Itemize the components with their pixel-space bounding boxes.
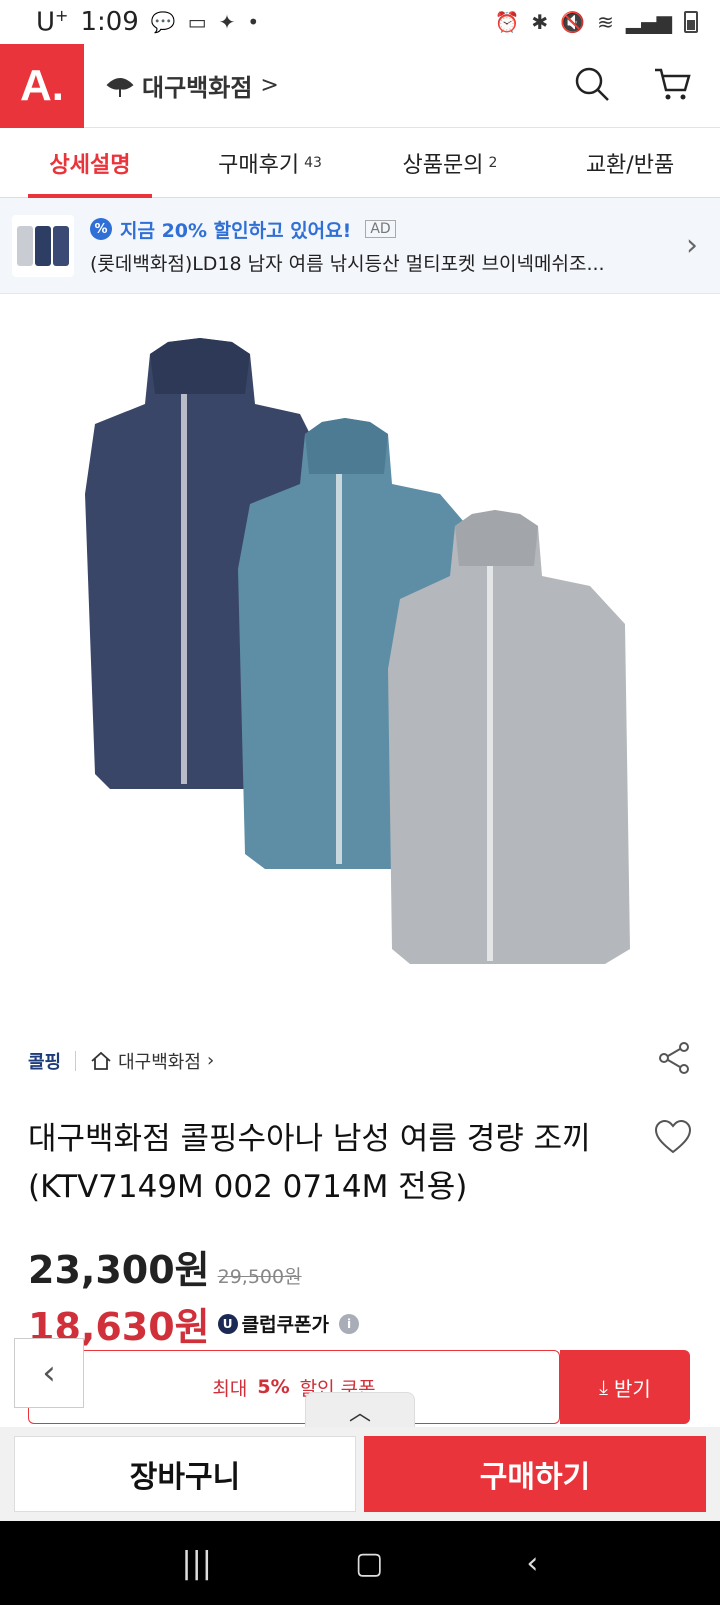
- add-to-cart-button[interactable]: 장바구니: [14, 1436, 356, 1512]
- message-icon: 💬: [150, 10, 176, 34]
- ad-banner[interactable]: % 지금 20% 할인하고 있어요! AD (롯데백화점)LD18 남자 여름 …: [0, 198, 720, 294]
- mute-icon: 🔇: [560, 10, 586, 34]
- chevron-left-icon: ‹: [42, 1353, 56, 1393]
- heart-icon[interactable]: [654, 1119, 692, 1211]
- product-image[interactable]: [0, 294, 720, 1016]
- tab-description[interactable]: 상세설명: [0, 128, 180, 198]
- shop-link[interactable]: 대구백화점 ›: [90, 1048, 214, 1074]
- clock: 1:09: [80, 7, 139, 37]
- battery-icon: [684, 11, 698, 33]
- ad-thumbnail: [12, 214, 74, 277]
- dot-icon: •: [247, 10, 260, 34]
- coupon-banner[interactable]: 최대 5% 할인 쿠폰: [28, 1350, 560, 1424]
- recent-apps-icon[interactable]: |||: [182, 1546, 212, 1581]
- home-button-icon[interactable]: ▢: [355, 1546, 383, 1581]
- club-coupon-label: U 클럽쿠폰가 i: [217, 1310, 360, 1337]
- ad-headline: 지금 20% 할인하고 있어요!: [120, 219, 352, 242]
- detail-tabs: 상세설명 구매후기 43 상품문의 2 교환/반품: [0, 128, 720, 198]
- tab-questions[interactable]: 상품문의 2: [360, 128, 540, 197]
- carrier-label: U+: [36, 6, 69, 38]
- app-header: A. 대구백화점 >: [0, 43, 720, 128]
- store-link[interactable]: 대구백화점 >: [106, 68, 279, 103]
- brand-link[interactable]: 콜핑: [28, 1048, 61, 1074]
- ginkgo-logo-icon: [106, 75, 134, 97]
- chevron-up-icon: ︿: [348, 1400, 371, 1426]
- bluetooth-icon: ✱: [531, 10, 549, 34]
- chevron-right-icon: >: [260, 73, 279, 98]
- original-price: 29,500원: [217, 1266, 302, 1288]
- buy-now-button[interactable]: 구매하기: [364, 1436, 706, 1512]
- search-icon[interactable]: [572, 64, 612, 108]
- back-button[interactable]: ‹: [14, 1338, 84, 1408]
- bottom-action-bar: 장바구니 구매하기: [0, 1427, 720, 1521]
- info-icon[interactable]: i: [339, 1313, 360, 1334]
- store-name: 대구백화점: [142, 74, 253, 102]
- system-nav-bar: ||| ▢ ‹: [0, 1521, 720, 1605]
- home-icon: [91, 1051, 111, 1070]
- ad-badge: AD: [365, 220, 396, 238]
- tab-reviews[interactable]: 구매후기 43: [180, 128, 360, 197]
- product-title: 대구백화점 콜핑수아나 남성 여름 경량 조끼(KTV7149M 002 071…: [28, 1121, 591, 1205]
- download-coupon-button[interactable]: ⤓ 받기: [560, 1350, 690, 1424]
- download-icon: ⤓: [599, 1375, 609, 1399]
- discount-icon: %: [90, 218, 112, 240]
- cart-icon[interactable]: [652, 64, 692, 108]
- tab-exchange-return[interactable]: 교환/반품: [540, 128, 720, 197]
- chevron-right-icon: ›: [686, 228, 698, 263]
- signal-icon: ▂▄▆: [625, 10, 672, 34]
- status-bar: U+ 1:09 💬 ▭ ✦ • ⏰ ✱ 🔇 ≋ ▂▄▆: [0, 0, 720, 44]
- chevron-right-icon: ›: [206, 1050, 215, 1071]
- alarm-icon: ⏰: [494, 10, 520, 34]
- divider: [75, 1050, 77, 1071]
- club-u-icon: U: [217, 1313, 238, 1334]
- back-nav-icon[interactable]: ‹: [526, 1546, 538, 1581]
- expand-handle[interactable]: ︿: [305, 1392, 415, 1428]
- app-icon: ✦: [218, 10, 236, 34]
- app-logo[interactable]: A.: [0, 43, 84, 128]
- product-info: 콜핑 대구백화점 › 대구백화점 콜핑수아나 남성 여름 경량 조끼(KTV71…: [28, 1040, 692, 1351]
- wifi-icon: ≋: [597, 10, 614, 34]
- sale-price: 23,300원: [28, 1248, 210, 1292]
- share-icon[interactable]: [656, 1040, 692, 1081]
- notification-icon: ▭: [187, 10, 207, 34]
- ad-product-name: (롯데백화점)LD18 남자 여름 낚시등산 멀티포켓 브이넥메쉬조...: [90, 252, 605, 275]
